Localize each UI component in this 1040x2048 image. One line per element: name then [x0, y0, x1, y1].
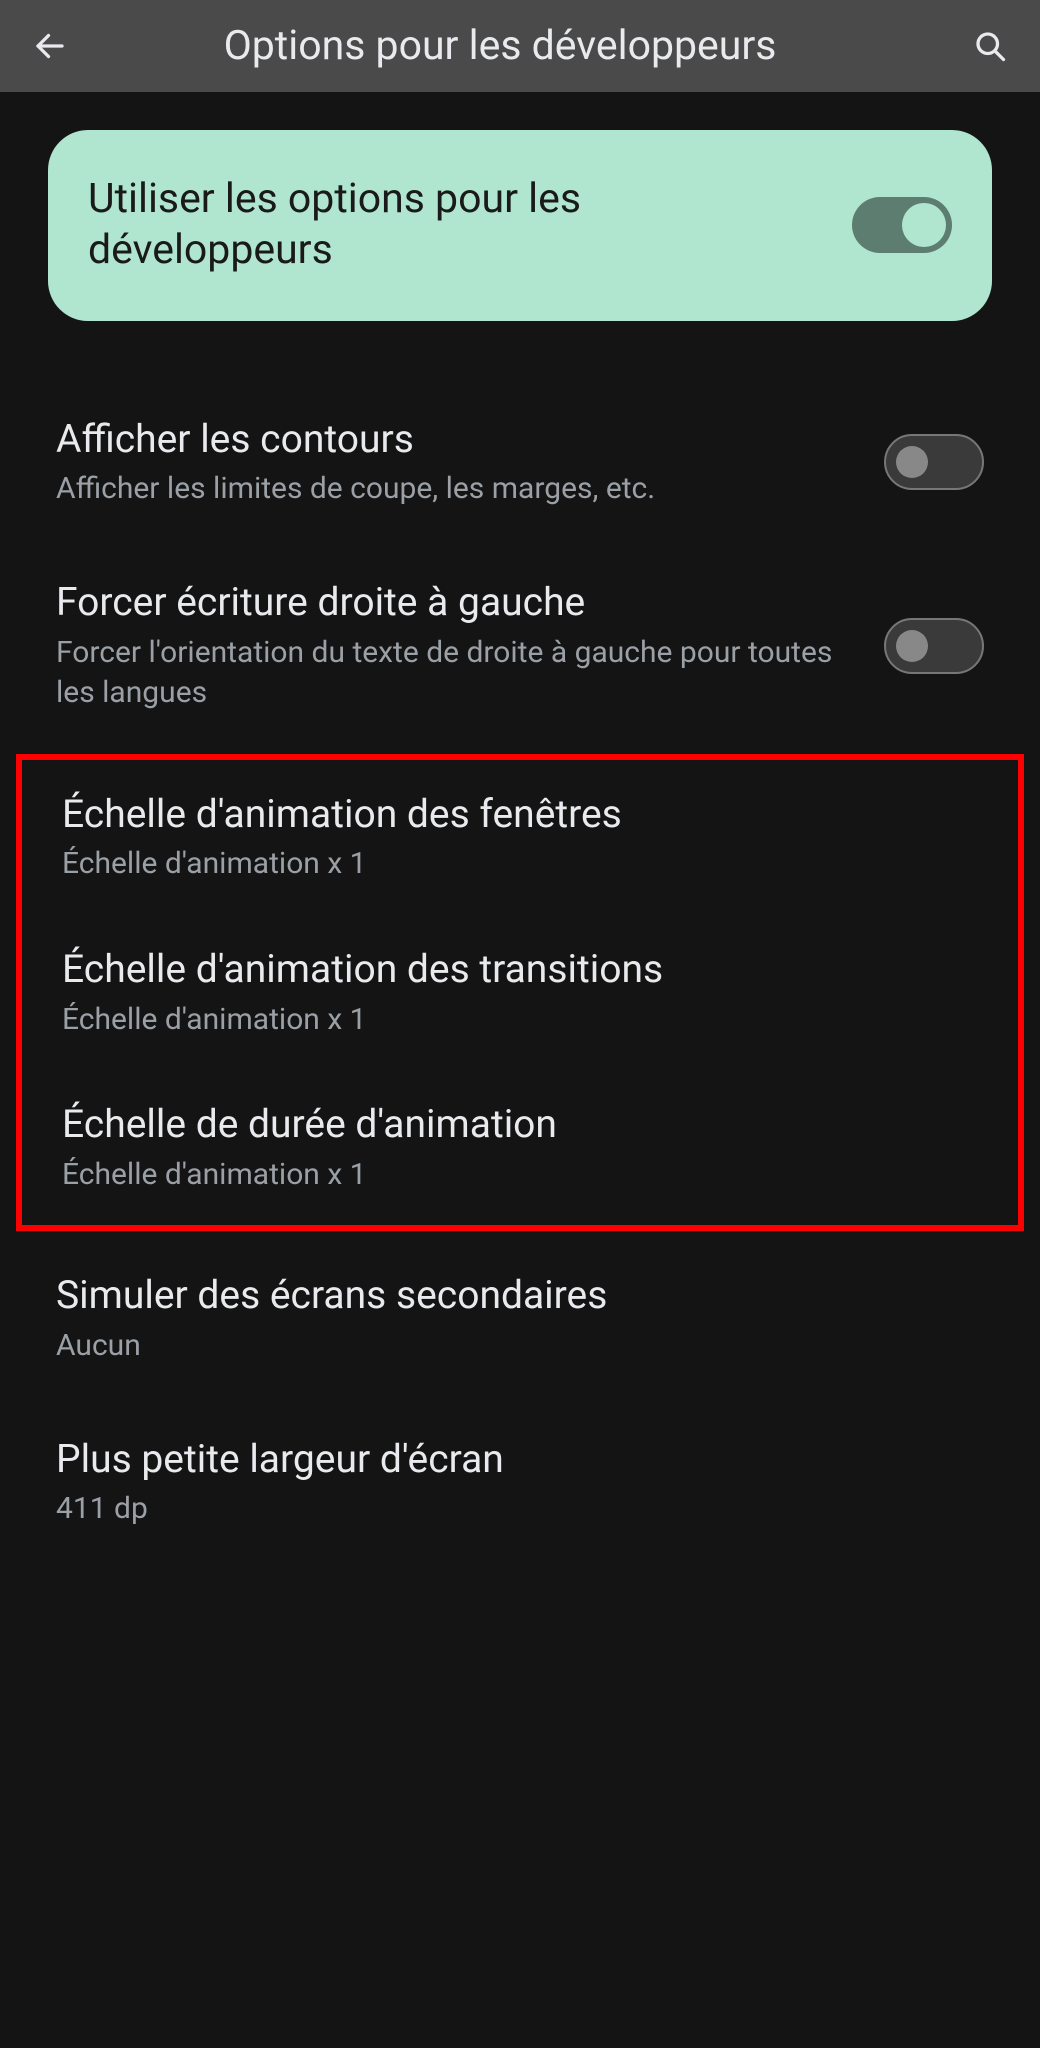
force-rtl-toggle[interactable]: [884, 618, 984, 674]
highlight-annotation: Échelle d'animation des fenêtres Échelle…: [16, 754, 1024, 1232]
setting-text: Échelle d'animation des fenêtres Échelle…: [62, 790, 978, 885]
master-toggle[interactable]: [852, 197, 952, 253]
toggle-knob: [896, 446, 928, 478]
setting-window-animation-scale[interactable]: Échelle d'animation des fenêtres Échelle…: [22, 760, 1018, 915]
setting-title: Échelle de durée d'animation: [62, 1100, 978, 1149]
content: Utiliser les options pour les développeu…: [0, 92, 1040, 1572]
setting-text: Échelle d'animation des transitions Éche…: [62, 945, 978, 1040]
setting-title: Échelle d'animation des fenêtres: [62, 790, 978, 839]
setting-subtitle: Aucun: [56, 1326, 984, 1367]
setting-subtitle: Afficher les limites de coupe, les marge…: [56, 469, 860, 510]
setting-text: Forcer écriture droite à gauche Forcer l…: [56, 578, 860, 714]
setting-subtitle: Forcer l'orientation du texte de droite …: [56, 633, 860, 714]
setting-smallest-width[interactable]: Plus petite largeur d'écran 411 dp: [8, 1401, 1032, 1564]
master-toggle-label: Utiliser les options pour les développeu…: [88, 174, 822, 277]
page-title: Options pour les développeurs: [64, 22, 936, 70]
setting-show-layout-bounds[interactable]: Afficher les contours Afficher les limit…: [8, 381, 1032, 544]
setting-text: Simuler des écrans secondaires Aucun: [56, 1271, 984, 1366]
setting-text: Échelle de durée d'animation Échelle d'a…: [62, 1100, 978, 1195]
setting-text: Plus petite largeur d'écran 411 dp: [56, 1435, 984, 1530]
setting-force-rtl[interactable]: Forcer écriture droite à gauche Forcer l…: [8, 544, 1032, 748]
toggle-knob: [902, 203, 946, 247]
setting-title: Afficher les contours: [56, 415, 860, 464]
topbar: Options pour les développeurs: [0, 0, 1040, 92]
setting-transition-animation-scale[interactable]: Échelle d'animation des transitions Éche…: [22, 915, 1018, 1070]
setting-subtitle: 411 dp: [56, 1489, 984, 1530]
master-toggle-card[interactable]: Utiliser les options pour les développeu…: [48, 130, 992, 321]
setting-title: Échelle d'animation des transitions: [62, 945, 978, 994]
setting-title: Simuler des écrans secondaires: [56, 1271, 984, 1320]
layout-bounds-toggle[interactable]: [884, 434, 984, 490]
setting-animator-duration-scale[interactable]: Échelle de durée d'animation Échelle d'a…: [22, 1070, 1018, 1225]
setting-simulate-secondary-displays[interactable]: Simuler des écrans secondaires Aucun: [8, 1237, 1032, 1400]
setting-subtitle: Échelle d'animation x 1: [62, 1000, 978, 1041]
setting-subtitle: Échelle d'animation x 1: [62, 1155, 978, 1196]
setting-text: Afficher les contours Afficher les limit…: [56, 415, 860, 510]
toggle-knob: [896, 630, 928, 662]
setting-subtitle: Échelle d'animation x 1: [62, 844, 978, 885]
setting-title: Plus petite largeur d'écran: [56, 1435, 984, 1484]
setting-title: Forcer écriture droite à gauche: [56, 578, 860, 627]
search-icon[interactable]: [968, 24, 1012, 68]
